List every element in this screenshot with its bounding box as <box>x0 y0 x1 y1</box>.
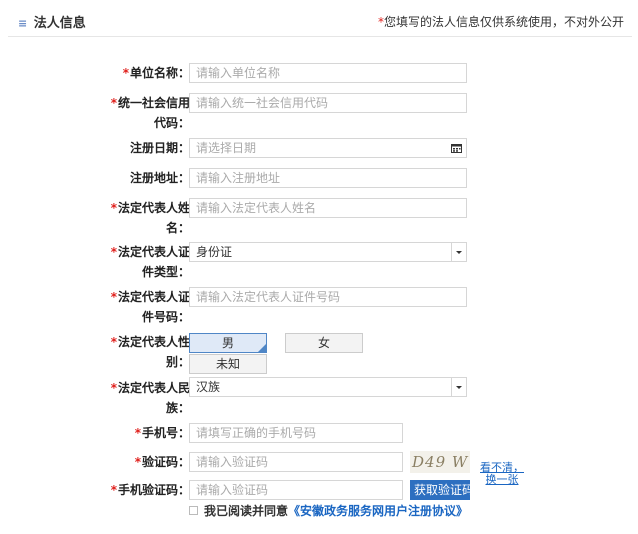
id-type-label-line2: 件类型： <box>141 265 190 279</box>
gender-option-male-label: 男 <box>221 336 234 350</box>
privacy-notice: *您填写的法人信息仅供系统使用，不对外公开 <box>378 13 624 30</box>
required-mark: * <box>110 290 117 304</box>
credit-code-label-line2: 代码： <box>153 116 190 130</box>
chevron-down-icon[interactable] <box>451 243 466 261</box>
section-header: ≡ 法人信息 *您填写的法人信息仅供系统使用，不对外公开 <box>8 8 632 37</box>
privacy-notice-text: 您填写的法人信息仅供系统使用，不对外公开 <box>383 15 624 29</box>
phone-label: *手机号： <box>80 423 190 443</box>
required-mark: * <box>134 426 141 440</box>
menu-icon: ≡ <box>18 17 28 30</box>
required-mark: * <box>110 483 117 497</box>
id-number-label-line1: 法定代表人证 <box>117 290 190 304</box>
unit-name-input[interactable]: 请输入单位名称 <box>189 63 467 83</box>
ethnicity-select[interactable]: 汉族 <box>189 377 467 397</box>
sms-code-label: *手机验证码： <box>80 480 190 500</box>
legal-name-label-line1: 法定代表人姓 <box>117 201 190 215</box>
sms-code-input[interactable]: 请输入验证码 <box>189 480 403 500</box>
ethnicity-label-line1: 法定代表人民 <box>117 381 190 395</box>
captcha-input[interactable]: 请输入验证码 <box>189 452 403 472</box>
section-title-text: 法人信息 <box>33 16 86 31</box>
id-number-label-line2: 件号码： <box>141 310 190 324</box>
reg-date-placeholder: 请选择日期 <box>196 141 257 155</box>
reg-date-label: 注册日期： <box>80 138 190 158</box>
id-number-input[interactable]: 请输入法定代表人证件号码 <box>189 287 467 307</box>
ethnicity-value: 汉族 <box>196 380 221 394</box>
gender-option-female-label: 女 <box>317 336 330 350</box>
gender-option-unknown[interactable]: 未知 <box>189 354 267 374</box>
id-type-value: 身份证 <box>196 245 233 259</box>
legal-name-label-line2: 名： <box>165 221 190 235</box>
phone-label-text: 手机号： <box>141 426 190 440</box>
get-sms-code-button[interactable]: 获取验证码 <box>410 480 470 500</box>
captcha-label-text: 验证码： <box>141 455 190 469</box>
id-type-label-line1: 法定代表人证 <box>117 245 190 259</box>
agreement-link[interactable]: 《安徽政务服务网用户注册协议》 <box>288 504 468 518</box>
unit-name-label: *单位名称： <box>80 63 190 83</box>
agreement-checkbox[interactable] <box>189 506 198 515</box>
gender-label-line2: 别： <box>165 355 190 369</box>
reg-address-label: 注册地址： <box>80 168 190 188</box>
legal-name-input[interactable]: 请输入法定代表人姓名 <box>189 198 467 218</box>
chevron-down-icon[interactable] <box>451 378 466 396</box>
credit-code-label: *统一社会信用 代码： <box>80 93 190 133</box>
required-mark: * <box>122 66 129 80</box>
required-mark: * <box>134 455 141 469</box>
gender-label: *法定代表人性 别： <box>80 332 190 372</box>
id-type-label: *法定代表人证 件类型： <box>80 242 190 282</box>
reg-date-label-text: 注册日期： <box>129 141 190 155</box>
ethnicity-label-line2: 族： <box>165 401 190 415</box>
captcha-label: *验证码： <box>80 452 190 472</box>
phone-input[interactable]: 请填写正确的手机号码 <box>189 423 403 443</box>
agreement-text: 我已阅读并同意 <box>204 504 289 518</box>
reg-address-label-text: 注册地址： <box>129 171 190 185</box>
calendar-icon[interactable] <box>446 139 466 157</box>
gender-option-female[interactable]: 女 <box>285 333 363 353</box>
required-mark: * <box>110 335 117 349</box>
captcha-image[interactable]: D49 W <box>410 451 470 473</box>
gender-label-line1: 法定代表人性 <box>117 335 190 349</box>
agreement-row: 我已阅读并同意《安徽政务服务网用户注册协议》 <box>189 503 468 519</box>
unit-name-label-text: 单位名称： <box>129 66 190 80</box>
credit-code-label-line1: 统一社会信用 <box>117 96 190 110</box>
id-number-label: *法定代表人证 件号码： <box>80 287 190 327</box>
section-title: ≡ 法人信息 <box>18 12 86 31</box>
id-type-select[interactable]: 身份证 <box>189 242 467 262</box>
refresh-captcha-link[interactable]: 看不清，换一张 <box>477 462 527 486</box>
required-mark: * <box>110 245 117 259</box>
required-mark: * <box>110 381 117 395</box>
ethnicity-label: *法定代表人民 族： <box>80 378 190 418</box>
legal-name-label: *法定代表人姓 名： <box>80 198 190 238</box>
reg-date-input[interactable]: 请选择日期 <box>189 138 467 158</box>
gender-option-male[interactable]: 男 <box>189 333 267 353</box>
credit-code-input[interactable]: 请输入统一社会信用代码 <box>189 93 467 113</box>
reg-address-input[interactable]: 请输入注册地址 <box>189 168 467 188</box>
required-mark: * <box>110 96 117 110</box>
gender-option-unknown-label: 未知 <box>215 357 240 371</box>
selected-check-icon <box>258 344 266 352</box>
required-mark: * <box>110 201 117 215</box>
sms-code-label-text: 手机验证码： <box>117 483 190 497</box>
